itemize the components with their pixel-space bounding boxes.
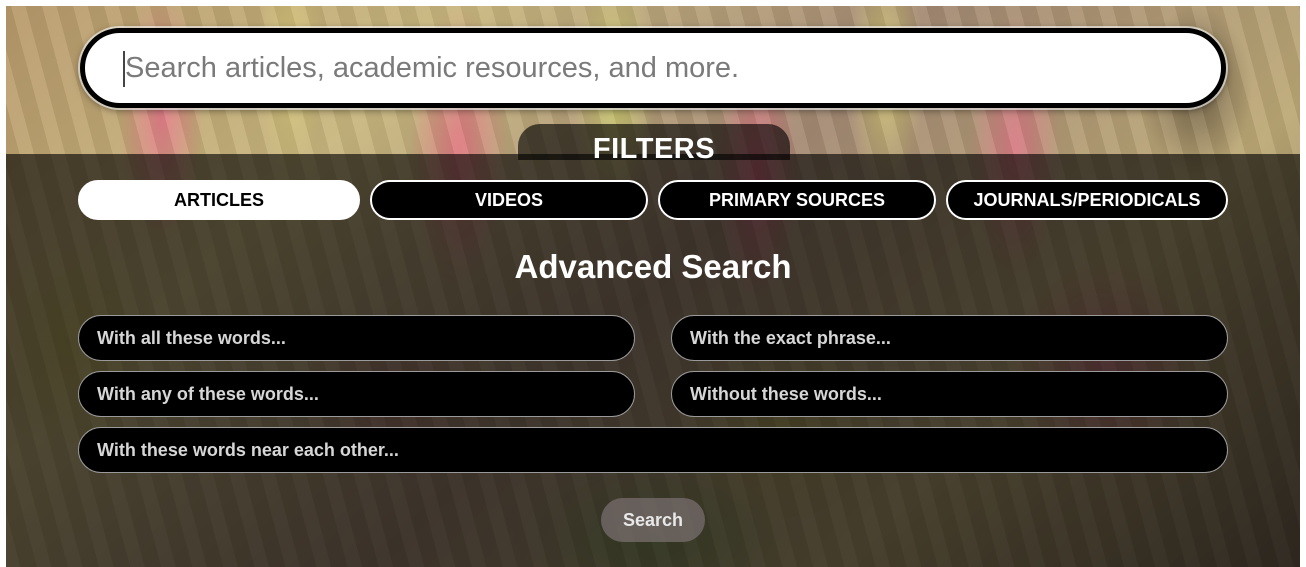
tab-videos[interactable]: VIDEOS bbox=[370, 180, 648, 220]
all-words-field[interactable] bbox=[78, 315, 635, 361]
any-words-field[interactable] bbox=[78, 371, 635, 417]
exact-phrase-field[interactable] bbox=[671, 315, 1228, 361]
hero-background: FILTERS ARTICLES VIDEOS PRIMARY SOURCES … bbox=[6, 6, 1300, 567]
without-words-field[interactable] bbox=[671, 371, 1228, 417]
tab-journals-periodicals[interactable]: JOURNALS/PERIODICALS bbox=[946, 180, 1228, 220]
tab-articles[interactable]: ARTICLES bbox=[78, 180, 360, 220]
near-words-field[interactable] bbox=[78, 427, 1228, 473]
search-bar bbox=[80, 28, 1226, 108]
filters-heading: FILTERS bbox=[592, 133, 716, 165]
search-input[interactable] bbox=[125, 33, 1185, 103]
text-cursor bbox=[123, 51, 125, 87]
advanced-search-title: Advanced Search bbox=[514, 248, 792, 285]
search-button[interactable]: Search bbox=[601, 498, 705, 542]
tab-primary-sources[interactable]: PRIMARY SOURCES bbox=[658, 180, 936, 220]
